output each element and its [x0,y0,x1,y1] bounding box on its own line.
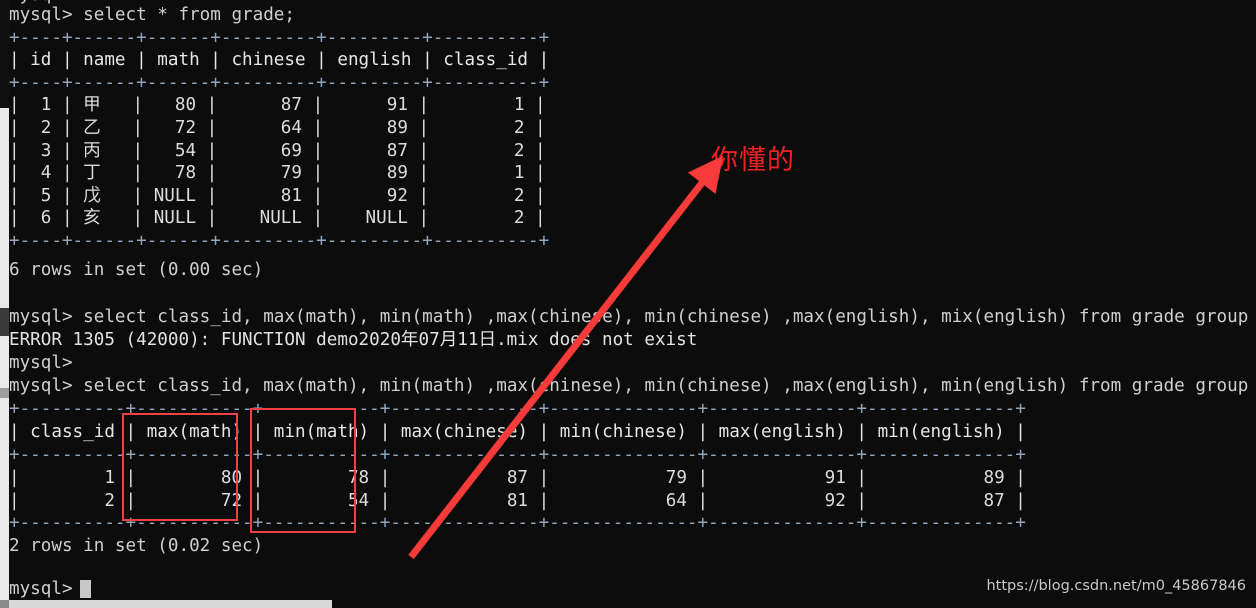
table-row: | 6 | 亥 | NULL | NULL | NULL | 2 | [9,208,546,229]
table1-border-header: +----+------+------+---------+---------+… [9,72,550,93]
text-cursor [80,580,91,598]
highlight-box-max-math [122,413,238,521]
vertical-scrollbar[interactable] [0,0,9,608]
table-row: | 2 | 乙 | 72 | 64 | 89 | 2 | [9,118,546,138]
highlight-box-min-math [250,408,356,533]
horizontal-scrollbar[interactable] [0,600,1256,608]
table-row: | 1 | 甲 | 80 | 87 | 91 | 1 | [9,95,546,116]
terminal-window[interactable]: mysql> mysql> select * from grade; +----… [0,0,1256,608]
table1-status-line: 6 rows in set (0.00 sec) [9,260,264,280]
scrollbar-corner [0,600,9,608]
table1-border-bottom: +----+------+------+---------+---------+… [9,231,550,251]
command-line-select-all: mysql> select * from grade; [9,5,295,25]
watermark-url: https://blog.csdn.net/m0_45867846 [986,578,1246,594]
table1-header-row: | id | name | math | chinese | english |… [9,50,550,71]
error-message-line: ERROR 1305 (42000): FUNCTION demo2020年07… [9,330,698,350]
command-line-group-by-query: mysql> select class_id, max(math), min(m… [9,376,1256,396]
command-line-error-query: mysql> select class_id, max(math), min(m… [9,307,1256,327]
scrollbar-thumb[interactable] [0,600,332,608]
current-prompt: mysql> [9,579,73,599]
empty-prompt-line: mysql> [9,353,73,373]
table-row: | 4 | 丁 | 78 | 79 | 89 | 1 | [9,163,546,184]
table-row: | 5 | 戊 | NULL | 81 | 92 | 2 | [9,185,546,206]
table1-border-top: +----+------+------+---------+---------+… [9,27,550,48]
table-row: | 3 | 丙 | 54 | 69 | 87 | 2 | [9,140,546,161]
table2-status-line: 2 rows in set (0.02 sec) [9,536,264,556]
